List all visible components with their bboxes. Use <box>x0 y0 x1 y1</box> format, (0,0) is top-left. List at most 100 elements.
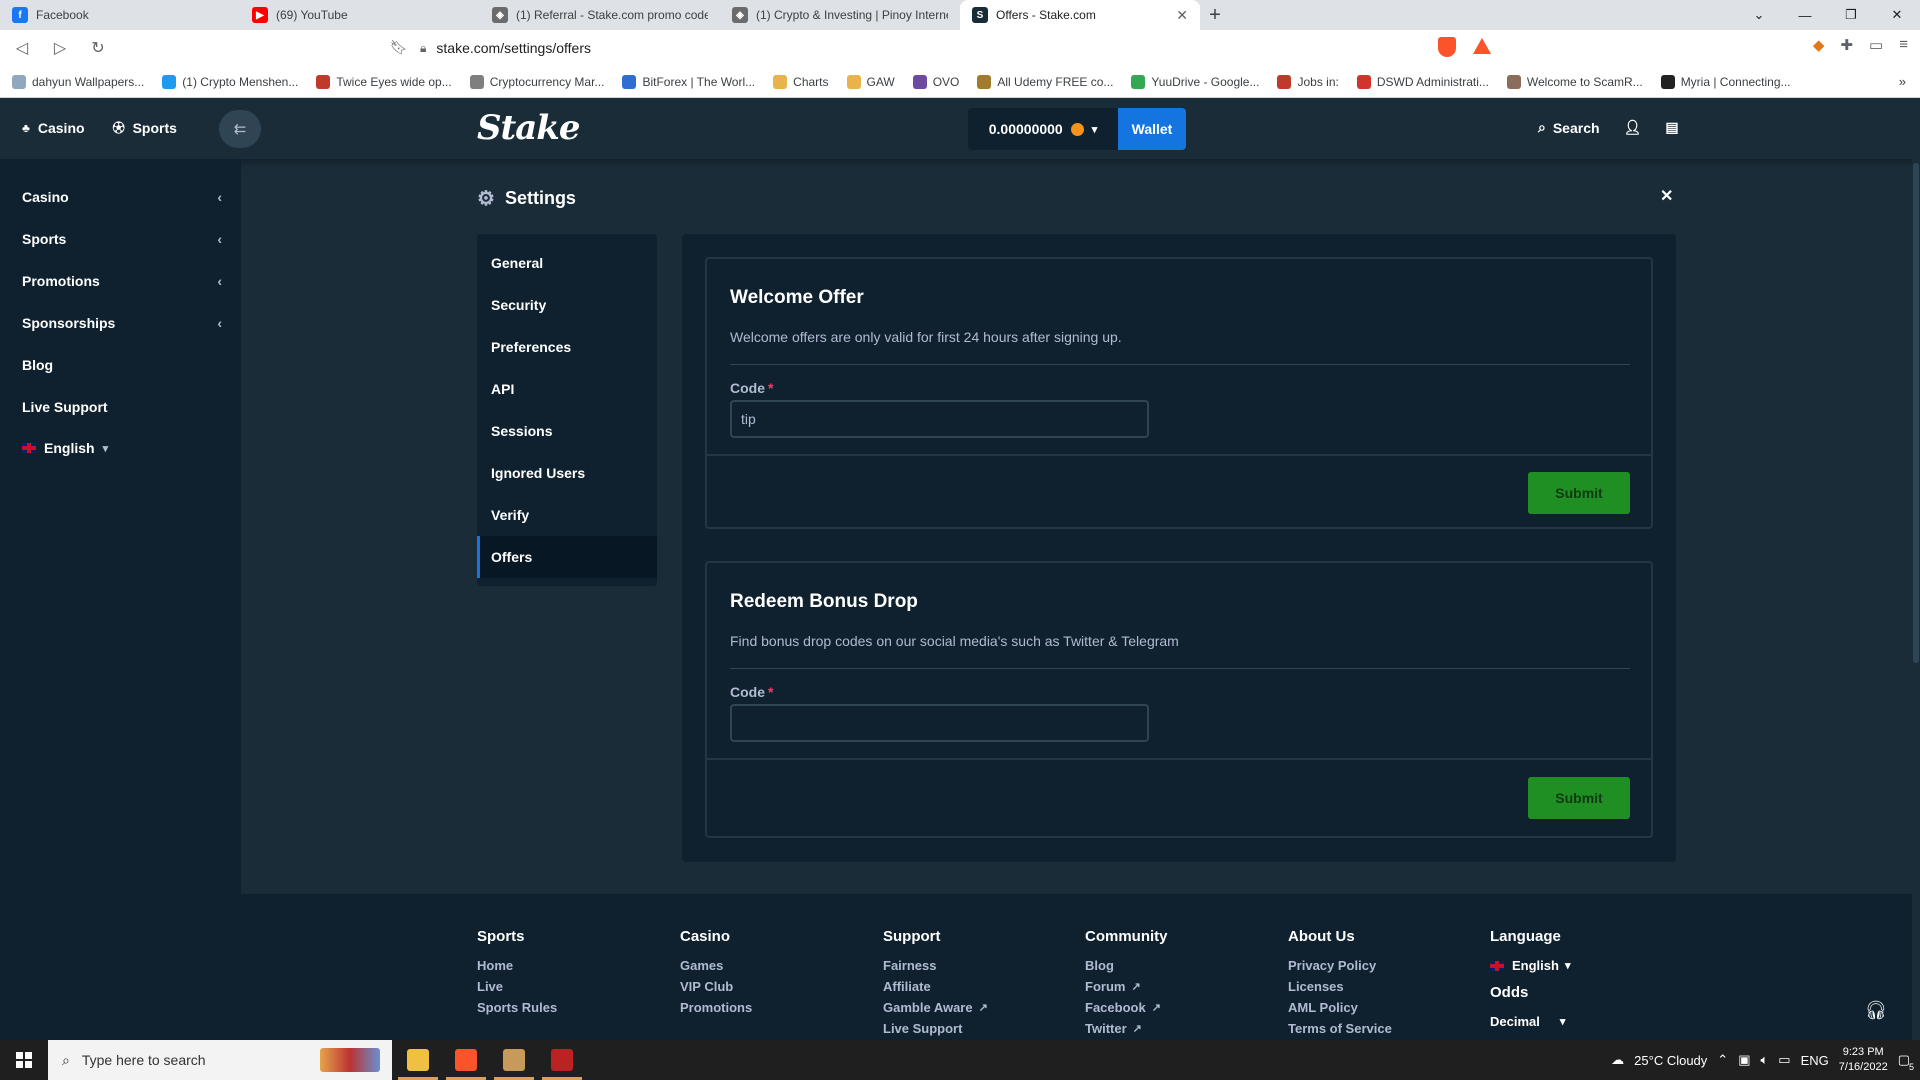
metamask-icon[interactable]: ◆ <box>1813 36 1825 54</box>
bonus-submit-button[interactable]: Submit <box>1528 777 1630 819</box>
sidebar-collapse-button[interactable]: ⇇ <box>219 110 261 148</box>
brave-shield-icon[interactable] <box>1438 37 1456 57</box>
menu-icon[interactable]: ≡ <box>1899 36 1908 54</box>
browser-tab[interactable]: f Facebook <box>0 0 240 30</box>
user-icon[interactable]: 👤︎ <box>1624 119 1642 136</box>
close-tab-icon[interactable]: ✕ <box>1176 7 1188 24</box>
volume-icon[interactable]: 🔈︎ <box>1760 1052 1768 1068</box>
wallet-icon[interactable]: ▭ <box>1869 36 1883 54</box>
restore-button[interactable]: ❐ <box>1828 0 1874 30</box>
footer-link[interactable]: Promotions <box>680 997 752 1018</box>
wallet-button[interactable]: Wallet <box>1118 108 1186 150</box>
settings-menu-security[interactable]: Security <box>477 284 657 326</box>
footer-link[interactable]: Blog <box>1085 955 1168 976</box>
close-window-button[interactable]: ✕ <box>1874 0 1920 30</box>
file-explorer-icon[interactable] <box>394 1040 442 1080</box>
welcome-submit-button[interactable]: Submit <box>1528 472 1630 514</box>
footer-link[interactable]: Terms of Service <box>1288 1018 1392 1039</box>
footer-link[interactable]: Affiliate <box>883 976 988 997</box>
brave-rewards-icon[interactable] <box>1473 38 1491 54</box>
settings-menu-ignored-users[interactable]: Ignored Users <box>477 452 657 494</box>
sidebar-item-promotions[interactable]: Promotions ‹ <box>22 273 222 289</box>
browser-tab[interactable]: ▶ (69) YouTube <box>240 0 480 30</box>
bookmark-item[interactable]: (1) Crypto Menshen... <box>162 74 298 89</box>
close-icon[interactable]: ✕ <box>1660 186 1673 206</box>
balance-selector[interactable]: 0.00000000 ▾ <box>968 108 1118 150</box>
footer-link[interactable]: Live Support <box>883 1018 988 1039</box>
bookmark-item[interactable]: OVO <box>912 74 959 89</box>
browser-tab[interactable]: ◈ (1) Crypto & Investing | Pinoy Internet <box>720 0 960 30</box>
more-bookmarks-icon[interactable]: » <box>1899 74 1906 89</box>
back-icon[interactable]: ◁ <box>10 38 34 58</box>
bookmark-item[interactable]: Charts <box>773 74 829 89</box>
notifications-icon[interactable]: ▢ 5 <box>1898 1052 1914 1072</box>
footer-link[interactable]: Facebook ↗ <box>1085 997 1168 1018</box>
chat-icon[interactable]: ▤ <box>1665 119 1678 136</box>
url-field[interactable]: 🔒︎ stake.com/settings/offers <box>420 34 1420 62</box>
settings-menu-preferences[interactable]: Preferences <box>477 326 657 368</box>
sidebar-item-casino[interactable]: Casino ‹ <box>22 189 222 205</box>
minimize-button[interactable]: — <box>1782 0 1828 30</box>
sidebar-item-sponsorships[interactable]: Sponsorships ‹ <box>22 315 222 331</box>
browser-tab[interactable]: S Offers - Stake.com ✕ <box>960 0 1200 30</box>
clock[interactable]: 9:23 PM 7/16/2022 <box>1839 1045 1888 1075</box>
new-tab-button[interactable]: + <box>1200 0 1230 30</box>
game-app-icon[interactable] <box>490 1040 538 1080</box>
footer-link[interactable]: Sports Rules <box>477 997 557 1018</box>
start-button[interactable] <box>0 1040 48 1080</box>
reload-icon[interactable]: ↻ <box>86 38 110 58</box>
bookmark-item[interactable]: dahyun Wallpapers... <box>12 74 144 89</box>
bonus-code-input[interactable] <box>730 704 1149 742</box>
footer-link[interactable]: Gamble Aware ↗ <box>883 997 988 1018</box>
header-sports-link[interactable]: ⚽︎ Sports <box>113 119 177 136</box>
page-scrollbar[interactable] <box>1912 159 1920 1050</box>
settings-menu-sessions[interactable]: Sessions <box>477 410 657 452</box>
footer-link[interactable]: Home <box>477 955 557 976</box>
bookmark-item[interactable]: YuuDrive - Google... <box>1131 74 1259 89</box>
footer-link[interactable]: AML Policy <box>1288 997 1392 1018</box>
settings-menu-general[interactable]: General <box>477 242 657 284</box>
stake-logo[interactable]: Stake <box>477 108 580 148</box>
bookmark-item[interactable]: GAW <box>846 74 895 89</box>
footer-link[interactable]: Forum ↗ <box>1085 976 1168 997</box>
footer-link[interactable]: Live <box>477 976 557 997</box>
settings-menu-verify[interactable]: Verify <box>477 494 657 536</box>
sidebar-item-sports[interactable]: Sports ‹ <box>22 231 222 247</box>
footer-link[interactable]: Licenses <box>1288 976 1392 997</box>
footer-language-selector[interactable]: English ▾ <box>1490 955 1570 976</box>
brave-browser-icon[interactable] <box>442 1040 490 1080</box>
bookmark-item[interactable]: Myria | Connecting... <box>1660 74 1791 89</box>
network-icon[interactable]: ▣ <box>1738 1052 1750 1068</box>
bookmark-item[interactable]: Cryptocurrency Mar... <box>469 74 604 89</box>
bookmark-icon[interactable]: 🔖︎ <box>390 39 408 56</box>
sidebar-item-live-support[interactable]: Live Support <box>22 399 222 415</box>
bookmark-item[interactable]: Jobs in: <box>1277 74 1339 89</box>
headset-support-icon[interactable]: 🎧︎ <box>1858 992 1894 1028</box>
chevron-up-icon[interactable]: ⌃ <box>1717 1052 1728 1068</box>
welcome-code-input[interactable]: tip <box>730 400 1149 438</box>
forward-icon[interactable]: ▷ <box>48 38 72 58</box>
header-casino-link[interactable]: ♣ Casino <box>22 119 85 136</box>
display-icon[interactable]: ▭ <box>1778 1052 1790 1068</box>
taskbar-search[interactable]: ⌕ Type here to search <box>48 1040 392 1080</box>
footer-odds-selector[interactable]: Decimal ▾ <box>1490 1011 1570 1032</box>
footer-link[interactable]: Games <box>680 955 752 976</box>
footer-link[interactable]: Fairness <box>883 955 988 976</box>
settings-menu-api[interactable]: API <box>477 368 657 410</box>
dota-icon[interactable] <box>538 1040 586 1080</box>
bookmark-item[interactable]: DSWD Administrati... <box>1356 74 1489 89</box>
footer-link[interactable]: Twitter ↗ <box>1085 1018 1168 1039</box>
sidebar-item-blog[interactable]: Blog <box>22 357 222 373</box>
extensions-icon[interactable]: ✚ <box>1840 36 1853 54</box>
settings-menu-offers[interactable]: Offers <box>477 536 657 578</box>
bookmark-item[interactable]: Welcome to ScamR... <box>1506 74 1643 89</box>
footer-link[interactable]: Privacy Policy <box>1288 955 1392 976</box>
tab-search-icon[interactable]: ⌄ <box>1736 0 1782 30</box>
language-indicator[interactable]: ENG <box>1801 1053 1829 1068</box>
browser-tab[interactable]: ◈ (1) Referral - Stake.com promo code T <box>480 0 720 30</box>
scrollbar-thumb[interactable] <box>1913 163 1919 663</box>
bookmark-item[interactable]: All Udemy FREE co... <box>977 74 1113 89</box>
language-selector[interactable]: English ▾ <box>22 440 222 456</box>
weather-text[interactable]: 25°C Cloudy <box>1634 1053 1707 1068</box>
bookmark-item[interactable]: BitForex | The Worl... <box>622 74 755 89</box>
